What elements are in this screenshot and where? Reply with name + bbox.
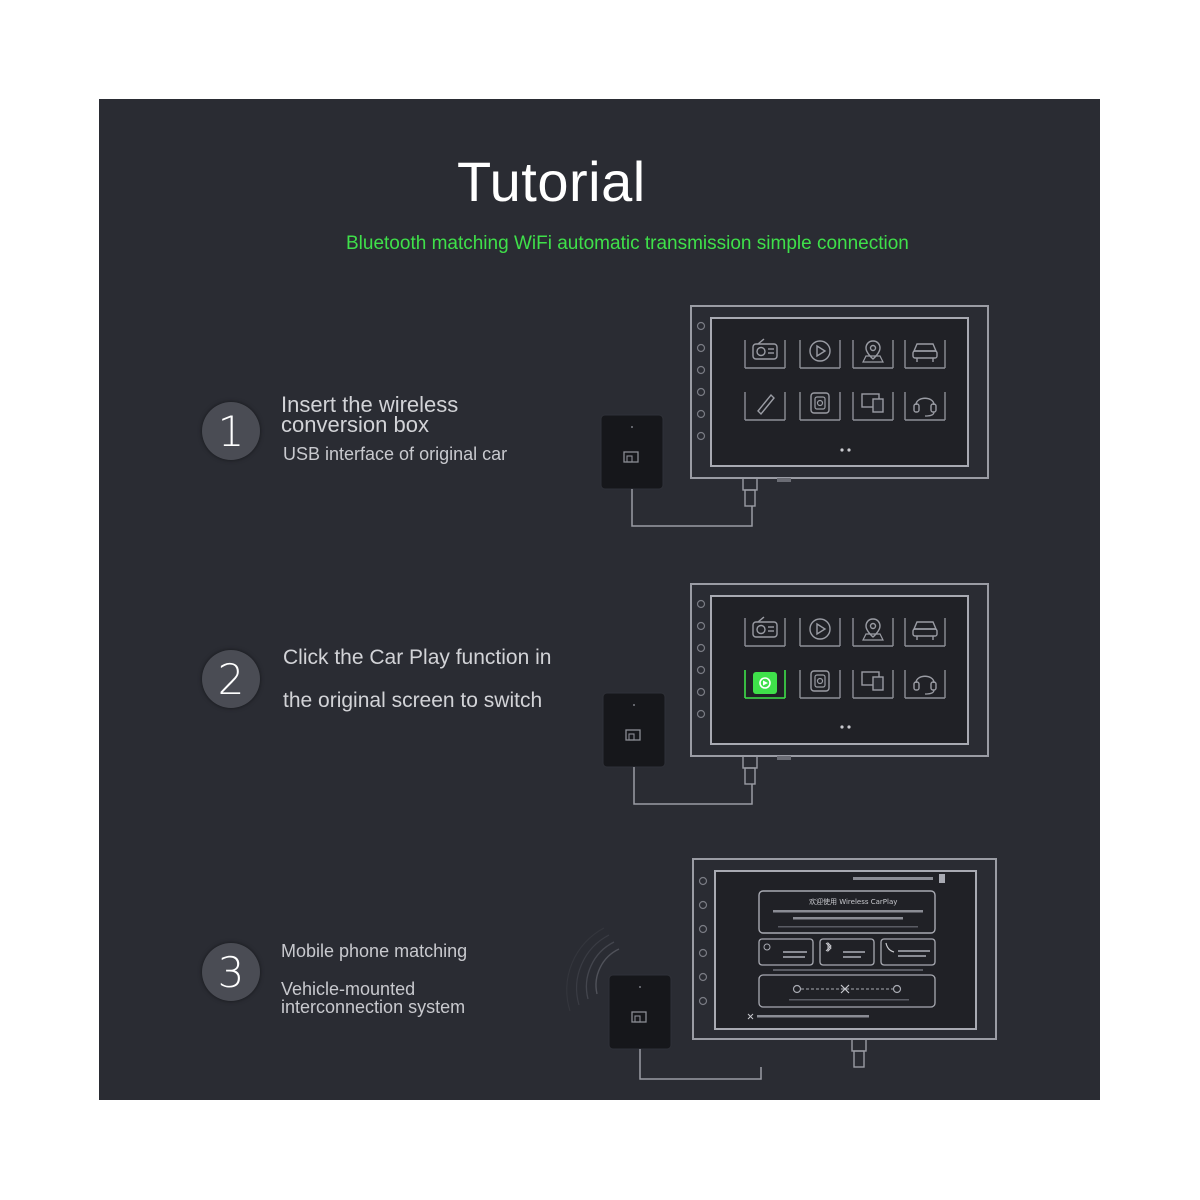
dongle-icon (608, 974, 672, 1050)
dongle-icon (600, 414, 664, 490)
screen3-welcome: 欢迎使用 Wireless CarPlay (809, 897, 897, 906)
car-screen-1 (690, 305, 989, 507)
dongle-icon (602, 692, 666, 768)
illustrations: 欢迎使用 Wireless CarPlay (566, 305, 997, 1080)
tutorial-panel: Tutorial Bluetooth matching WiFi automat… (99, 99, 1100, 1100)
car-screen-3: 欢迎使用 Wireless CarPlay (692, 858, 997, 1068)
car-screen-2 (690, 583, 989, 785)
